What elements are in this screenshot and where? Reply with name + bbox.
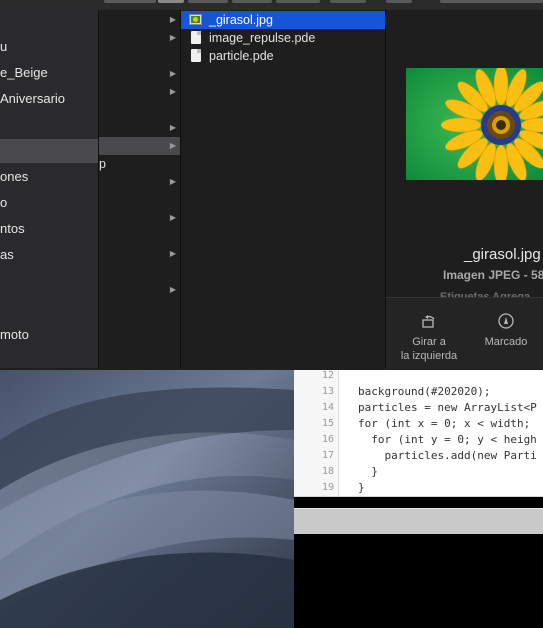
code-line: background(#202020); — [358, 385, 491, 398]
sidebar-item-label: moto — [0, 327, 29, 342]
sidebar-item-label: as — [0, 247, 14, 262]
sidebar-item[interactable]: ones — [0, 167, 98, 187]
file-name: image_repulse.pde — [209, 31, 316, 45]
sidebar-item[interactable] — [0, 271, 98, 291]
chevron-right-icon: ▶ — [169, 177, 176, 186]
sidebar-item[interactable]: o — [0, 193, 98, 213]
code-line: } — [358, 481, 365, 494]
image-file-icon — [189, 14, 202, 25]
folder-row[interactable]: ▶ — [99, 11, 180, 29]
toolbar-button[interactable] — [386, 0, 412, 3]
line-number: 16 — [321, 434, 334, 445]
rotate-left-label: Girar a — [412, 336, 446, 348]
document-icon — [191, 31, 201, 44]
finder-sidebar: u e_Beige Aniversario ones o ntos as mot… — [0, 10, 99, 368]
document-icon — [191, 49, 201, 62]
chevron-right-icon: ▶ — [169, 69, 176, 78]
line-number: 13 — [321, 386, 334, 397]
desktop-wallpaper — [0, 370, 294, 628]
chevron-right-icon: ▶ — [169, 87, 176, 96]
toolbar-button[interactable] — [276, 0, 320, 3]
preview-pane: _girasol.jpg Imagen JPEG - 58 Etiquetas … — [386, 10, 543, 369]
preview-actions: Girar a la izquierda Marcado — [386, 297, 543, 369]
code-editor-window: 12 13 14 15 16 17 18 19 background(#2020… — [294, 370, 543, 628]
folder-row[interactable]: ▶ — [99, 281, 180, 299]
chevron-right-icon: ▶ — [169, 15, 176, 24]
chevron-right-icon: ▶ — [169, 141, 176, 150]
chevron-right-icon: ▶ — [169, 123, 176, 132]
folder-row[interactable]: ▶ — [99, 119, 180, 137]
folder-row[interactable]: ▶ — [99, 245, 180, 263]
search-field[interactable] — [440, 0, 543, 3]
folder-row[interactable]: ▶ — [99, 209, 180, 227]
rotate-left-icon — [422, 315, 435, 328]
file-row[interactable]: particle.pde — [181, 47, 385, 65]
markup-label: Marcado — [484, 336, 528, 348]
toolbar-button[interactable] — [232, 0, 272, 3]
sidebar-item[interactable]: u — [0, 37, 98, 57]
toolbar-button-active[interactable] — [158, 0, 184, 3]
line-number: 17 — [321, 450, 334, 461]
preview-file-kind: Imagen JPEG - 58 — [443, 268, 543, 282]
sidebar-item[interactable]: ntos — [0, 219, 98, 239]
sidebar-item[interactable]: as — [0, 245, 98, 265]
folder-row-selected[interactable]: ▶ — [99, 137, 180, 155]
sidebar-item-selected[interactable] — [0, 139, 98, 163]
toolbar-button[interactable] — [330, 0, 366, 3]
code-line: for (int y = 0; y < heigh — [358, 433, 537, 446]
preview-file-name: _girasol.jpg — [464, 246, 541, 263]
sidebar-item-label: e_Beige — [0, 65, 48, 80]
sidebar-item[interactable]: e_Beige — [0, 63, 98, 83]
finder-column-1: ▶ ▶ ▶ ▶ ▶ ▶ p ▶ ▶ ▶ ▶ — [99, 10, 181, 368]
line-number-gutter: 12 13 14 15 16 17 18 19 — [294, 370, 339, 496]
chevron-right-icon: ▶ — [169, 213, 176, 222]
line-number: 14 — [321, 402, 334, 413]
file-row[interactable]: image_repulse.pde — [181, 29, 385, 47]
file-name: _girasol.jpg — [209, 13, 273, 27]
finder-column-2: _girasol.jpg image_repulse.pde particle.… — [181, 10, 386, 368]
line-number: 12 — [321, 370, 334, 381]
line-number: 19 — [321, 482, 334, 493]
line-number: 18 — [321, 466, 334, 477]
folder-row-label: p — [99, 157, 106, 171]
code-area[interactable]: 12 13 14 15 16 17 18 19 background(#2020… — [294, 370, 543, 497]
toolbar-button[interactable] — [104, 0, 156, 3]
sidebar-item-label: Aniversario — [0, 91, 66, 106]
rotate-left-button[interactable]: Girar a la izquierda — [394, 298, 464, 363]
image-thumbnail — [406, 68, 543, 180]
sidebar-item[interactable]: moto — [0, 325, 98, 345]
code-line: for (int x = 0; x < width; — [358, 417, 531, 430]
line-number: 15 — [321, 418, 334, 429]
markup-icon — [498, 313, 514, 329]
file-name: particle.pde — [209, 49, 274, 63]
sidebar-item[interactable]: Aniversario — [0, 89, 98, 109]
console-area — [294, 534, 543, 628]
sidebar-item-label: u — [0, 39, 8, 54]
sidebar-item-label: o — [0, 195, 8, 210]
code-line: particles.add(new Parti — [358, 449, 537, 462]
rotate-left-label-2: la izquierda — [400, 350, 458, 362]
folder-row[interactable]: ▶ — [99, 29, 180, 47]
folder-row[interactable]: ▶ — [99, 65, 180, 83]
folder-row[interactable]: p — [99, 155, 180, 173]
file-row-selected[interactable]: _girasol.jpg — [181, 11, 385, 29]
console-divider-bar[interactable] — [294, 508, 543, 535]
sidebar-item-label: ones — [0, 169, 29, 184]
markup-button[interactable]: Marcado — [474, 298, 538, 349]
finder-window: u e_Beige Aniversario ones o ntos as mot… — [0, 10, 543, 369]
toolbar-button[interactable] — [188, 0, 228, 3]
folder-row[interactable]: ▶ — [99, 83, 180, 101]
folder-row[interactable]: ▶ — [99, 173, 180, 191]
chevron-right-icon: ▶ — [169, 33, 176, 42]
code-line: particles = new ArrayList<P — [358, 401, 537, 414]
code-line: } — [358, 465, 378, 478]
sidebar-item-label: ntos — [0, 221, 25, 236]
chevron-right-icon: ▶ — [169, 249, 176, 258]
chevron-right-icon: ▶ — [169, 285, 176, 294]
